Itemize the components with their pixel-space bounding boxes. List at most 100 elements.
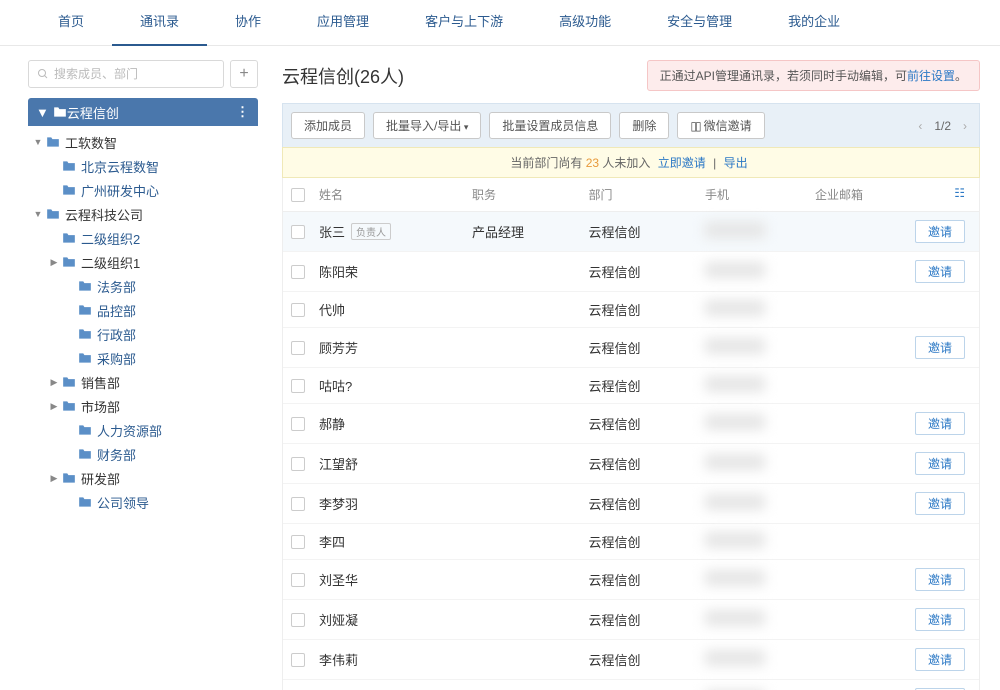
col-position[interactable]: 职务	[466, 178, 583, 212]
table-row[interactable]: 陆语婷云程信创邀请	[283, 680, 979, 690]
tree-node-label: 云程科技公司	[65, 205, 143, 224]
tree-node[interactable]: 北京云程数智	[28, 154, 258, 178]
tree-node[interactable]: ▶销售部	[28, 370, 258, 394]
tree-node[interactable]: ▶二级组织1	[28, 250, 258, 274]
member-position	[466, 640, 583, 680]
invite-button[interactable]: 邀请	[915, 260, 965, 283]
invite-button[interactable]: 邀请	[915, 452, 965, 475]
invite-button[interactable]: 邀请	[915, 568, 965, 591]
topnav-item[interactable]: 我的企业	[760, 0, 868, 46]
member-dept: 云程信创	[582, 600, 699, 640]
member-name: 江望舒	[319, 454, 358, 473]
row-checkbox[interactable]	[291, 225, 305, 239]
row-checkbox[interactable]	[291, 341, 305, 355]
tree-node-label: 公司领导	[97, 493, 149, 512]
delete-button[interactable]: 删除	[619, 112, 669, 139]
caret-icon: ▼	[32, 209, 44, 219]
tree-node-label: 二级组织2	[81, 229, 140, 248]
search-input[interactable]	[54, 67, 215, 81]
tree-root[interactable]: ▼ 云程信创 ⋮	[28, 98, 258, 126]
tree-node[interactable]: 法务部	[28, 274, 258, 298]
member-dept: 云程信创	[582, 252, 699, 292]
table-row[interactable]: 张三负责人产品经理云程信创邀请	[283, 212, 979, 252]
row-checkbox[interactable]	[291, 303, 305, 317]
member-position	[466, 484, 583, 524]
batch-import-button[interactable]: 批量导入/导出	[373, 112, 481, 139]
tree-node[interactable]: 品控部	[28, 298, 258, 322]
invite-now-link[interactable]: 立即邀请	[658, 156, 706, 170]
tree-node-label: 销售部	[81, 373, 120, 392]
table-row[interactable]: 李伟莉云程信创邀请	[283, 640, 979, 680]
member-dept: 云程信创	[582, 328, 699, 368]
topnav-item[interactable]: 高级功能	[531, 0, 639, 46]
table-row[interactable]: 江望舒云程信创邀请	[283, 444, 979, 484]
row-checkbox[interactable]	[291, 535, 305, 549]
row-checkbox[interactable]	[291, 379, 305, 393]
table-row[interactable]: 顾芳芳云程信创邀请	[283, 328, 979, 368]
caret-down-icon: ▼	[36, 105, 49, 120]
invite-button[interactable]: 邀请	[915, 220, 965, 243]
prev-page-icon[interactable]: ‹	[914, 119, 926, 133]
search-input-wrap[interactable]	[28, 60, 224, 88]
row-checkbox[interactable]	[291, 265, 305, 279]
member-phone-blurred	[705, 222, 765, 238]
member-phone-blurred	[705, 338, 765, 354]
tree-root-label: 云程信创	[67, 103, 119, 122]
col-name[interactable]: 姓名	[313, 178, 466, 212]
col-dept[interactable]: 部门	[582, 178, 699, 212]
invite-button[interactable]: 邀请	[915, 492, 965, 515]
column-settings-icon[interactable]: ☷	[954, 186, 973, 200]
row-checkbox[interactable]	[291, 497, 305, 511]
table-row[interactable]: 代帅云程信创	[283, 292, 979, 328]
add-member-button[interactable]: 添加成员	[291, 112, 365, 139]
table-row[interactable]: 刘圣华云程信创邀请	[283, 560, 979, 600]
wechat-invite-button[interactable]: ▯▯微信邀请	[677, 112, 764, 139]
tree-node[interactable]: ▼ 云程科技公司	[28, 202, 258, 226]
next-page-icon[interactable]: ›	[959, 119, 971, 133]
table-row[interactable]: 郝静云程信创邀请	[283, 404, 979, 444]
api-notice-link[interactable]: 前往设置	[907, 69, 955, 83]
export-link[interactable]: 导出	[724, 156, 748, 170]
owner-badge: 负责人	[351, 223, 391, 240]
row-checkbox[interactable]	[291, 417, 305, 431]
topnav-item[interactable]: 通讯录	[112, 0, 207, 46]
tree-node[interactable]: 财务部	[28, 442, 258, 466]
table-row[interactable]: 李四云程信创	[283, 524, 979, 560]
col-email[interactable]: 企业邮箱	[815, 188, 863, 202]
row-checkbox[interactable]	[291, 573, 305, 587]
row-checkbox[interactable]	[291, 653, 305, 667]
col-phone[interactable]: 手机	[699, 178, 809, 212]
tree-node[interactable]: ▶研发部	[28, 466, 258, 490]
invite-button[interactable]: 邀请	[915, 412, 965, 435]
invite-button[interactable]: 邀请	[915, 608, 965, 631]
invite-button[interactable]: 邀请	[915, 648, 965, 671]
invite-button[interactable]: 邀请	[915, 336, 965, 359]
tree-node[interactable]: 行政部	[28, 322, 258, 346]
topnav-item[interactable]: 客户与上下游	[397, 0, 531, 46]
toolbar: 添加成员 批量导入/导出 批量设置成员信息 删除 ▯▯微信邀请 ‹ 1/2 ›	[282, 103, 980, 147]
topnav-item[interactable]: 协作	[207, 0, 289, 46]
pager: ‹ 1/2 ›	[914, 119, 971, 133]
select-all-checkbox[interactable]	[291, 188, 305, 202]
row-checkbox[interactable]	[291, 457, 305, 471]
add-button[interactable]: +	[230, 60, 258, 88]
table-row[interactable]: 刘娅凝云程信创邀请	[283, 600, 979, 640]
batch-set-button[interactable]: 批量设置成员信息	[489, 112, 611, 139]
tree-node[interactable]: 广州研发中心	[28, 178, 258, 202]
tree-node[interactable]: 人力资源部	[28, 418, 258, 442]
topnav-item[interactable]: 安全与管理	[639, 0, 760, 46]
member-phone-blurred	[705, 570, 765, 586]
row-checkbox[interactable]	[291, 613, 305, 627]
tree-node[interactable]: 采购部	[28, 346, 258, 370]
topnav-item[interactable]: 应用管理	[289, 0, 397, 46]
caret-icon: ▶	[48, 473, 60, 484]
topnav-item[interactable]: 首页	[30, 0, 112, 46]
tree-node[interactable]: ▶市场部	[28, 394, 258, 418]
tree-node[interactable]: ▼工软数智	[28, 130, 258, 154]
more-icon[interactable]: ⋮	[236, 104, 250, 120]
table-row[interactable]: 陈阳荣云程信创邀请	[283, 252, 979, 292]
tree-node[interactable]: 公司领导	[28, 490, 258, 514]
table-row[interactable]: 咕咕?云程信创	[283, 368, 979, 404]
table-row[interactable]: 李梦羽云程信创邀请	[283, 484, 979, 524]
tree-node[interactable]: 二级组织2	[28, 226, 258, 250]
